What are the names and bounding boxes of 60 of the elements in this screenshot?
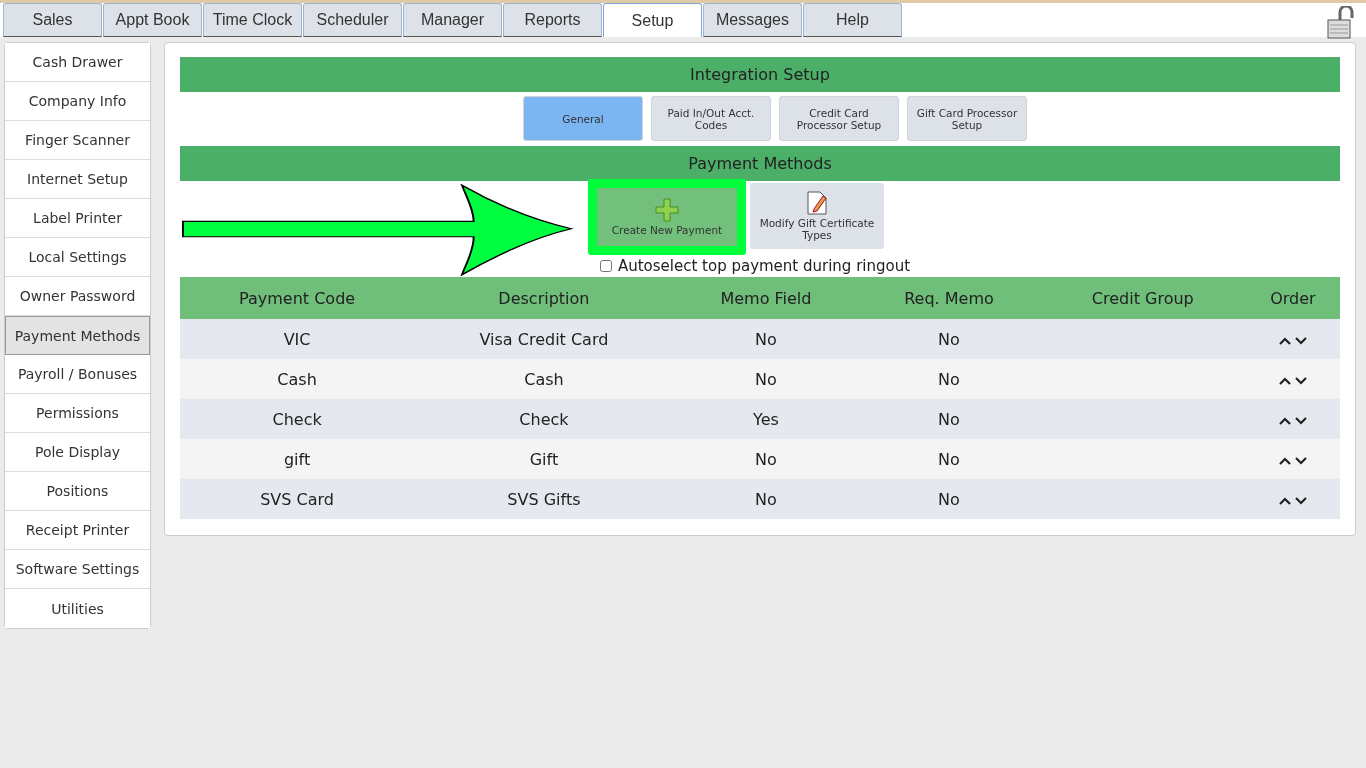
chevron-up-icon[interactable] xyxy=(1278,416,1291,425)
table-cell: No xyxy=(673,319,859,359)
integration-option-tab[interactable]: Gift Card Processor Setup xyxy=(907,96,1027,141)
chevron-down-icon[interactable] xyxy=(1294,416,1307,425)
chevron-up-icon[interactable] xyxy=(1278,376,1291,385)
plus-icon xyxy=(655,198,679,222)
autoselect-checkbox[interactable] xyxy=(599,260,612,272)
nav-tab[interactable]: Scheduler xyxy=(303,3,402,37)
column-header: Memo Field xyxy=(673,277,859,319)
table-cell: gift xyxy=(180,439,415,479)
chevron-up-icon[interactable] xyxy=(1278,456,1291,465)
nav-tab[interactable]: Time Clock xyxy=(203,3,302,37)
column-header: Description xyxy=(414,277,674,319)
modify-gift-types-button[interactable]: Modify Gift Certificate Types xyxy=(750,183,884,249)
table-cell: No xyxy=(673,359,859,399)
chevron-down-icon[interactable] xyxy=(1294,456,1307,465)
table-cell: Check xyxy=(414,399,674,439)
nav-tab[interactable]: Appt Book xyxy=(103,3,202,37)
nav-tab[interactable]: Help xyxy=(803,3,902,37)
table-cell: Cash xyxy=(180,359,415,399)
table-cell: No xyxy=(858,359,1040,399)
table-cell: Check xyxy=(180,399,415,439)
table-cell: SVS Card xyxy=(180,479,415,519)
nav-tab[interactable]: Reports xyxy=(503,3,602,37)
table-cell: Gift xyxy=(414,439,674,479)
section-header: Payment Methods xyxy=(180,146,1340,181)
unlocked-padlock-icon[interactable] xyxy=(1326,6,1356,40)
chevron-up-icon[interactable] xyxy=(1278,496,1291,505)
table-cell: Cash xyxy=(414,359,674,399)
nav-tab[interactable]: Messages xyxy=(703,3,802,37)
nav-tab[interactable]: Sales xyxy=(3,3,102,37)
document-pencil-icon xyxy=(806,191,828,215)
column-header: Payment Code xyxy=(180,277,415,319)
table-cell: Yes xyxy=(673,399,859,439)
table-cell: No xyxy=(673,479,859,519)
autoselect-label: Autoselect top payment during ringout xyxy=(617,257,911,275)
column-header: Req. Memo xyxy=(858,277,1040,319)
table-cell: SVS Gifts xyxy=(414,479,674,519)
table-cell: No xyxy=(858,319,1040,359)
column-header: Order xyxy=(1245,277,1340,319)
chevron-down-icon[interactable] xyxy=(1294,376,1307,385)
chevron-down-icon[interactable] xyxy=(1294,496,1307,505)
create-payment-button[interactable]: Create New Payment xyxy=(588,179,746,255)
section-header: Integration Setup xyxy=(180,57,1340,92)
table-cell: VIC xyxy=(180,319,415,359)
integration-option-tab[interactable]: General xyxy=(523,96,643,141)
integration-option-tab[interactable]: Paid In/Out Acct. Codes xyxy=(651,96,771,141)
integration-option-tab[interactable]: Credit Card Processor Setup xyxy=(779,96,899,141)
chevron-up-icon[interactable] xyxy=(1278,336,1291,345)
nav-tab[interactable]: Setup xyxy=(603,3,702,37)
table-cell: No xyxy=(858,479,1040,519)
sidebar-item[interactable]: Payment Methods xyxy=(5,316,150,355)
table-cell: No xyxy=(858,399,1040,439)
table-cell: No xyxy=(673,439,859,479)
table-cell: No xyxy=(858,439,1040,479)
column-header: Credit Group xyxy=(1039,277,1246,319)
nav-tab[interactable]: Manager xyxy=(403,3,502,37)
sidebar-item[interactable]: Cash Drawer xyxy=(5,43,150,82)
table-cell: Visa Credit Card xyxy=(414,319,674,359)
chevron-down-icon[interactable] xyxy=(1294,336,1307,345)
